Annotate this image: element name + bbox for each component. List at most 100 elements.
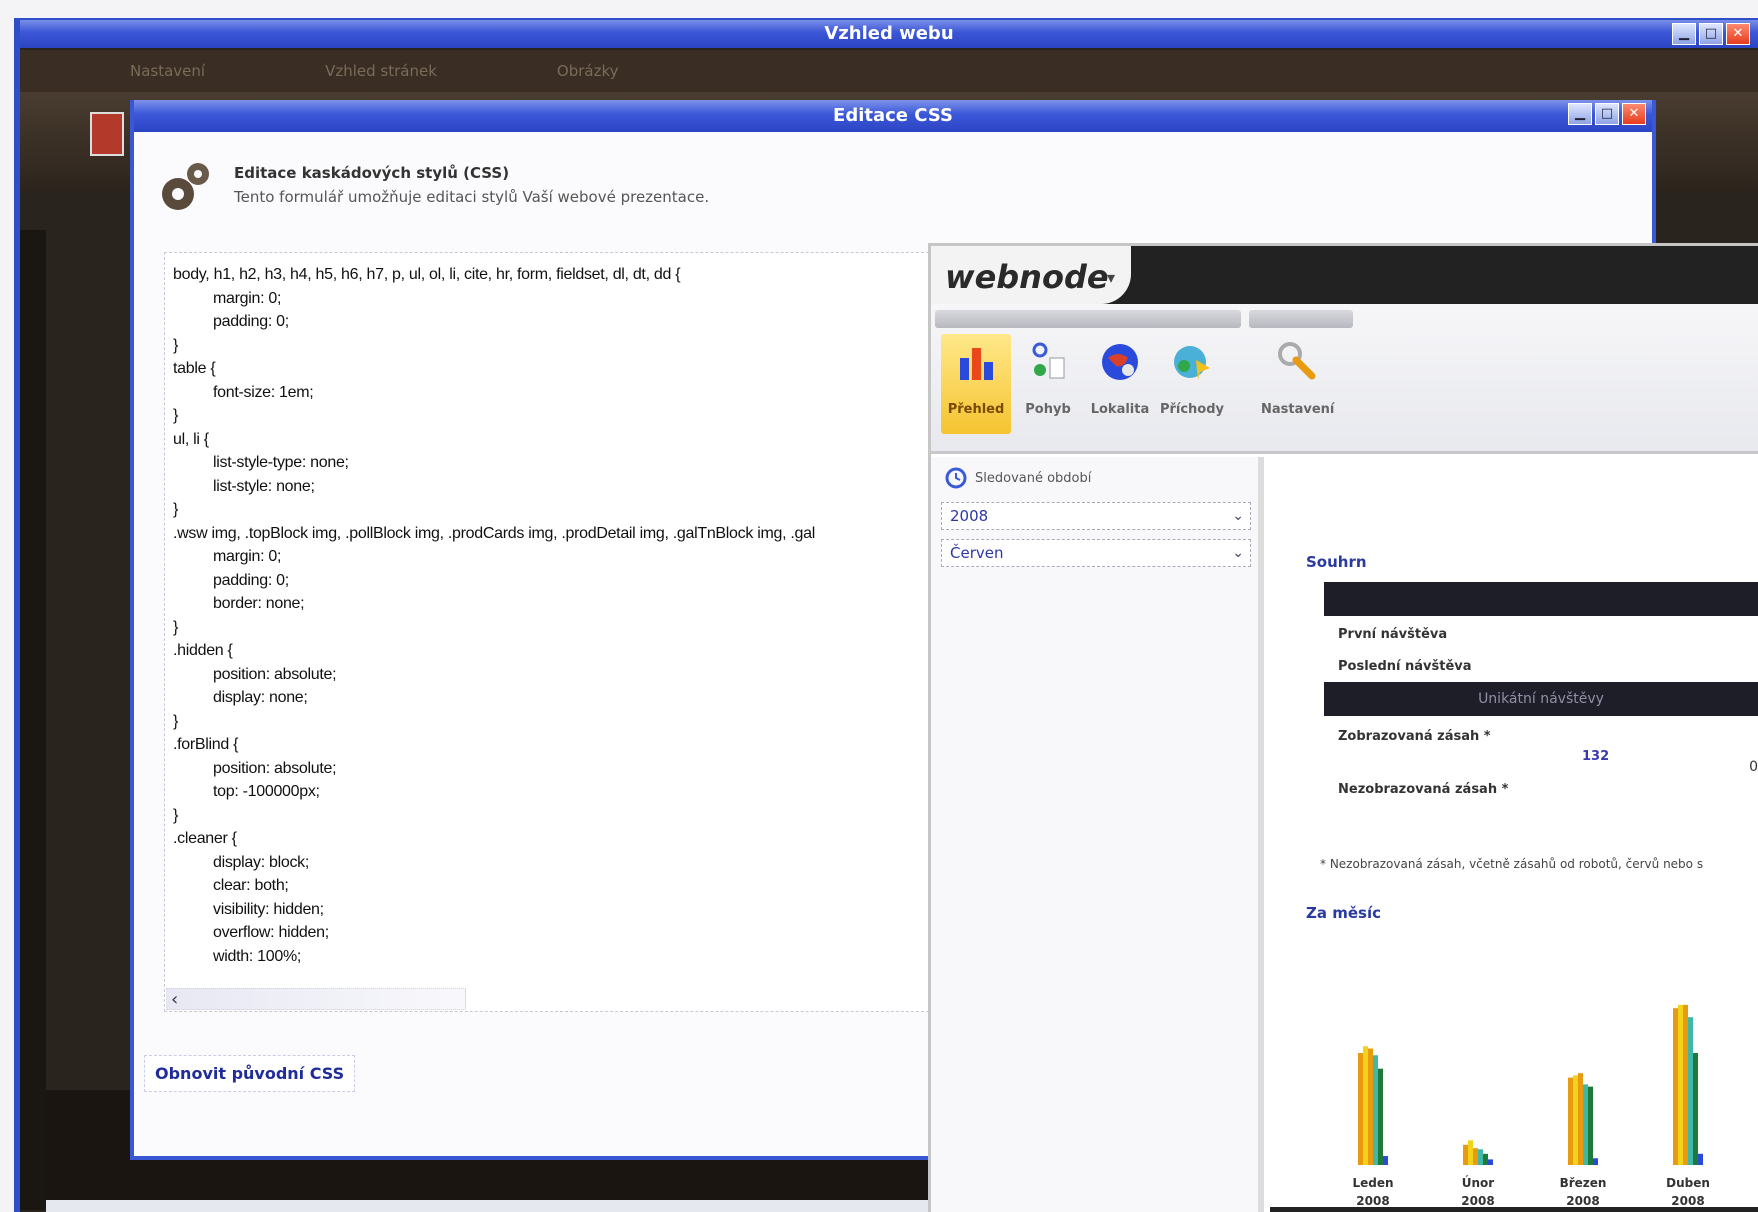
tool-location[interactable]: Lokalita (1085, 334, 1155, 434)
globe-arrow-icon (1174, 346, 1210, 380)
code-line: body, h1, h2, h3, h4, h5, h6, h7, p, ul,… (173, 266, 681, 283)
menu-item-page-look[interactable]: Vzhled stránek (325, 62, 437, 80)
chart-bar (1578, 1073, 1583, 1165)
chart-bar (1683, 1004, 1688, 1165)
tool-referrals[interactable]: Příchody (1157, 334, 1227, 434)
unique-visits-bar: Unikátní návštěvy (1324, 682, 1758, 716)
code-line: padding: 0; (213, 571, 289, 589)
tracked-period-label: Sledované období (975, 470, 1092, 486)
code-line: font-size: 1em; (213, 383, 314, 401)
outer-window-controls: ▁ □ ✕ (1672, 23, 1750, 45)
gears-icon (162, 163, 209, 210)
css-code-editor[interactable]: body, h1, h2, h3, h4, h5, h6, h7, p, ul,… (164, 252, 954, 1012)
outer-left-strip (20, 230, 46, 1210)
code-line: display: block; (213, 853, 309, 871)
x-tick-label: Leden (1352, 1176, 1393, 1190)
year-select[interactable]: 2008 ⌄ (941, 502, 1251, 530)
css-header-subtitle: Tento formulář umožňuje editaci stylů Va… (234, 188, 710, 206)
code-line: } (173, 618, 179, 636)
code-line: visibility: hidden; (213, 900, 324, 918)
webnode-ribbon: Přehled Pohyb Lokalita Příchody Nastaven… (931, 304, 1758, 454)
chart-bar (1488, 1159, 1493, 1165)
chart-bar (1383, 1156, 1388, 1165)
month-select[interactable]: Červen ⌄ (941, 539, 1251, 567)
scroll-left-icon[interactable]: ‹ (171, 989, 178, 1010)
code-line: } (173, 806, 179, 824)
chart-bar (1478, 1149, 1483, 1165)
horizontal-scrollbar[interactable]: ‹ (166, 988, 466, 1010)
chart-bar (1568, 1077, 1573, 1165)
x-tick-label: 2008 (1356, 1194, 1389, 1208)
tool-movement[interactable]: Pohyb (1013, 334, 1083, 434)
chart-bar (1378, 1068, 1383, 1165)
chart-bar (1358, 1053, 1363, 1165)
minimize-button[interactable]: ▁ (1568, 103, 1592, 125)
last-visit-label: Poslední návštěva (1338, 659, 1472, 674)
code-line: } (173, 336, 179, 354)
maximize-button[interactable]: □ (1699, 23, 1723, 45)
chart-bar (1693, 1053, 1698, 1165)
outer-window-title: Vzhled webu (20, 20, 1758, 48)
tool-label: Lokalita (1090, 402, 1150, 417)
code-line: overflow: hidden; (213, 924, 329, 941)
chart-bar (1363, 1046, 1368, 1165)
code-line: .hidden { (173, 642, 233, 659)
webnode-bottom-bar (1270, 1207, 1758, 1212)
first-visit-label: První návštěva (1338, 627, 1448, 642)
clock-icon (945, 467, 967, 489)
css-header-title: Editace kaskádových stylů (CSS) (234, 164, 510, 182)
code-line: table { (173, 360, 216, 377)
code-line: padding: 0; (213, 313, 289, 330)
x-tick-label: Březen (1560, 1176, 1607, 1190)
monthly-bar-chart: Leden 2008 Únor 2008 Březen 2008 Duben 2008 (1352, 1004, 1710, 1208)
maximize-button[interactable]: □ (1595, 103, 1619, 125)
code-line: } (173, 712, 179, 730)
monthly-heading: Za měsíc (1306, 904, 1381, 922)
close-button[interactable]: ✕ (1622, 103, 1646, 125)
summary-header-bar (1324, 582, 1758, 616)
chart-bar (1573, 1075, 1578, 1165)
webnode-logo: webnode (945, 258, 1109, 296)
x-tick-label: 2008 (1671, 1194, 1704, 1208)
tool-label: Příchody (1159, 402, 1225, 417)
chart-bar (1583, 1084, 1588, 1165)
tool-label: Přehled (947, 402, 1005, 417)
code-line: margin: 0; (213, 548, 282, 565)
chevron-down-icon[interactable]: ⌄ (1232, 503, 1244, 529)
outer-menu: Nastavení Vzhled stránek Obrázky (20, 50, 1758, 92)
document-icon[interactable] (90, 112, 124, 156)
code-line: position: absolute; (213, 665, 337, 683)
chart-bar (1673, 1008, 1678, 1165)
chart-bar (1473, 1148, 1478, 1165)
menu-item-settings[interactable]: Nastavení (130, 62, 205, 80)
chart-bar (1588, 1086, 1593, 1165)
css-window-controls: ▁ □ ✕ (1568, 103, 1646, 125)
chart-bar (1468, 1140, 1473, 1165)
visible-domains-edge-value: 0 (1749, 759, 1758, 775)
chart-bar (1593, 1158, 1598, 1165)
tracked-period: Sledované období (945, 467, 1091, 489)
chart-bar (1463, 1144, 1468, 1165)
globe-icon (1102, 344, 1138, 380)
code-line: } (173, 407, 179, 424)
webnode-logo-tab[interactable]: webnode ▾ (931, 246, 1131, 304)
year-select-value: 2008 (950, 507, 989, 525)
close-button[interactable]: ✕ (1726, 23, 1750, 45)
minimize-button[interactable]: ▁ (1672, 23, 1696, 45)
chevron-down-icon[interactable]: ▾ (1107, 268, 1115, 287)
restore-css-button[interactable]: Obnovit původní CSS (144, 1055, 356, 1092)
webnode-filter-panel: Sledované období 2008 ⌄ Červen ⌄ (931, 457, 1264, 1212)
code-line: border: none; (213, 595, 305, 612)
visible-domains-label: Zobrazovaná zásah * (1338, 729, 1491, 744)
tool-label: Nastavení (1261, 402, 1335, 417)
tool-overview[interactable]: Přehled (941, 334, 1011, 434)
x-tick-label: Únor (1462, 1175, 1495, 1190)
tool-settings[interactable]: Nastavení (1261, 334, 1335, 434)
chart-bar (1373, 1055, 1378, 1165)
chart-bar (1678, 1004, 1683, 1165)
menu-item-images[interactable]: Obrázky (557, 62, 619, 80)
code-line: margin: 0; (213, 289, 282, 307)
summary-heading: Souhrn (1306, 553, 1367, 571)
tool-label: Pohyb (1025, 402, 1071, 417)
chevron-down-icon[interactable]: ⌄ (1232, 540, 1244, 566)
